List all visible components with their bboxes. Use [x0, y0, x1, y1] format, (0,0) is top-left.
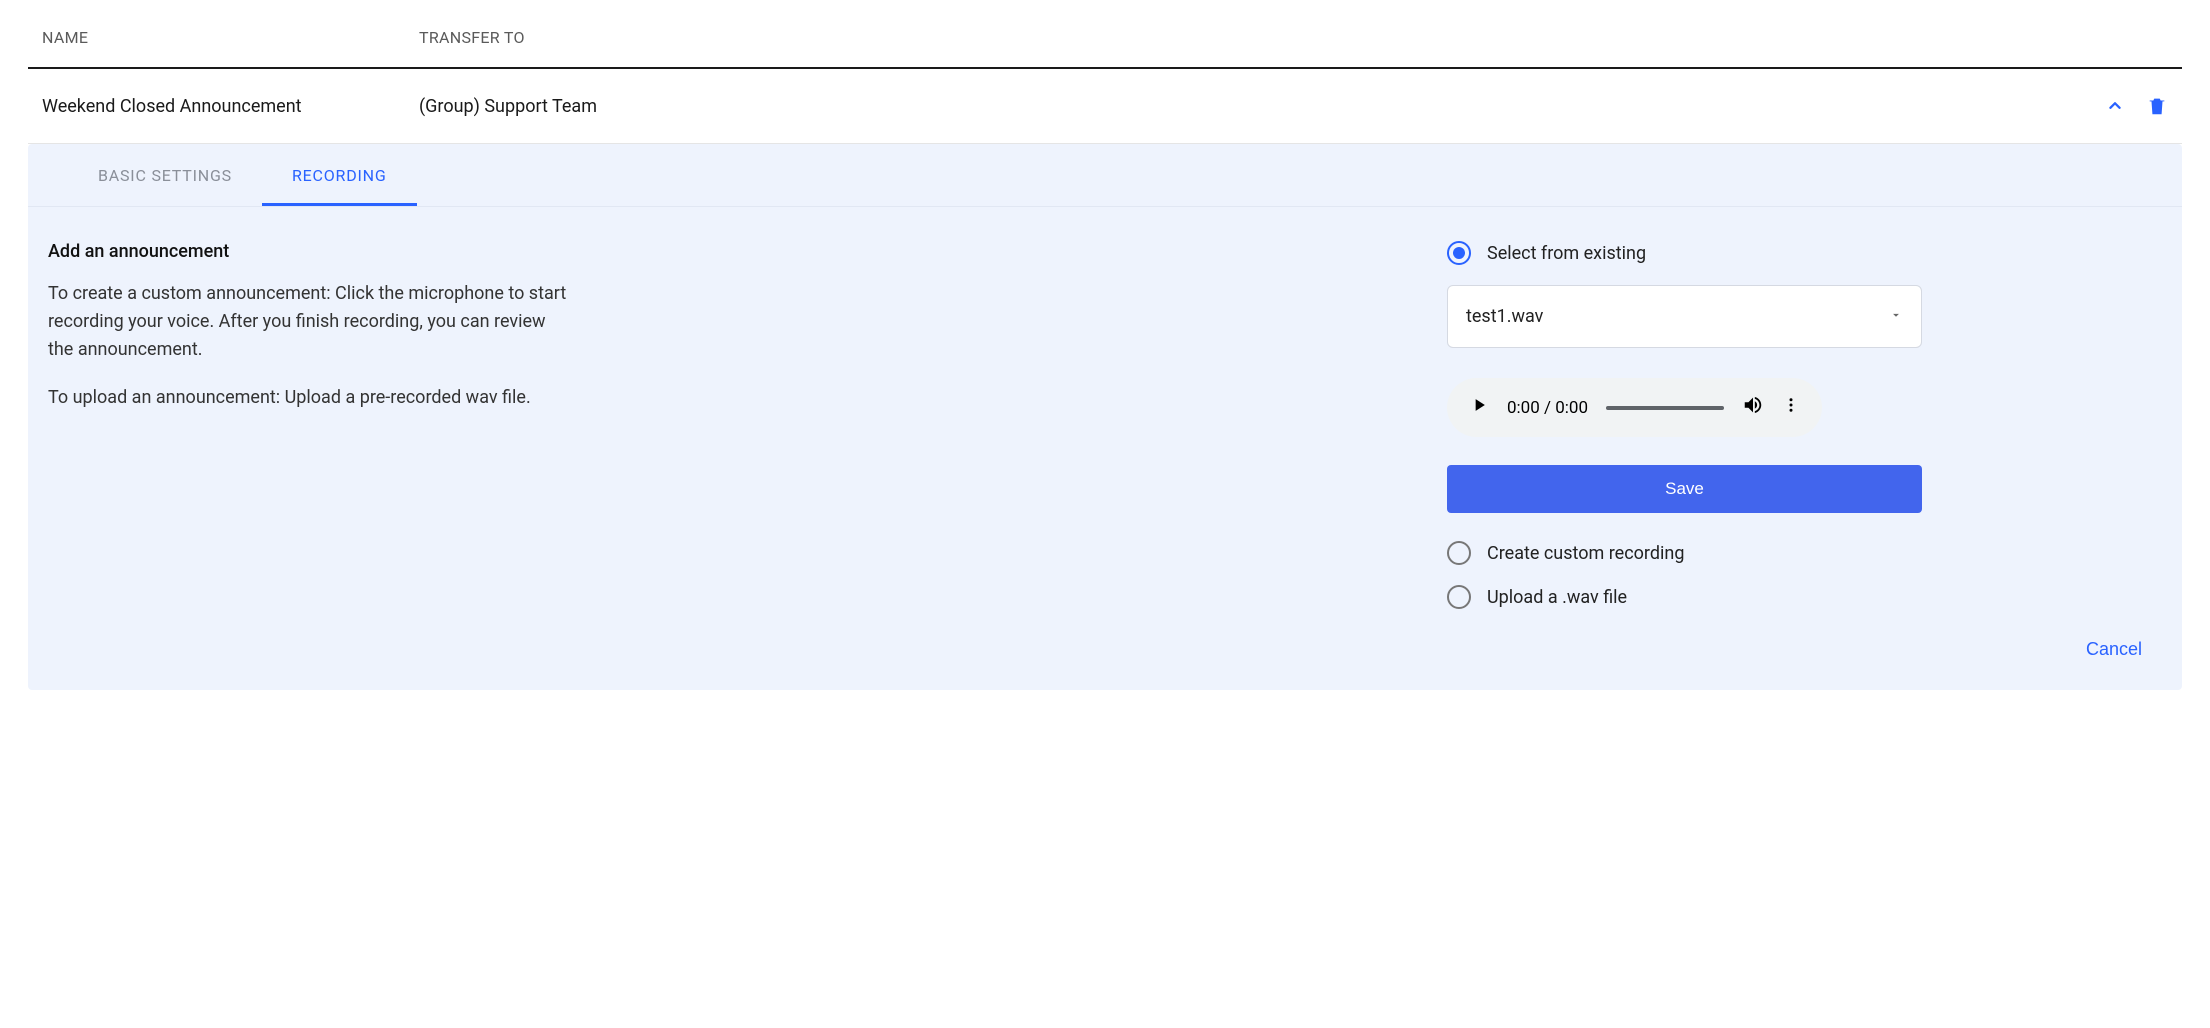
audio-progress-bar[interactable]	[1606, 406, 1724, 410]
chevron-up-icon[interactable]	[2104, 95, 2126, 117]
radio-icon	[1447, 585, 1471, 609]
radio-select-existing[interactable]: Select from existing	[1447, 241, 1922, 265]
radio-label: Create custom recording	[1487, 543, 1684, 564]
footer-actions: Cancel	[28, 629, 2182, 660]
radio-icon	[1447, 541, 1471, 565]
tabs: BASIC SETTINGS RECORDING	[28, 144, 2182, 207]
instruction-text-2: To upload an announcement: Upload a pre-…	[48, 384, 568, 412]
save-button[interactable]: Save	[1447, 465, 1922, 513]
play-icon[interactable]	[1469, 395, 1489, 420]
audio-time: 0:00 / 0:00	[1507, 398, 1588, 418]
tab-basic-settings[interactable]: BASIC SETTINGS	[68, 144, 262, 206]
instructions-column: Add an announcement To create a custom a…	[48, 241, 568, 629]
col-header-name: NAME	[42, 28, 419, 47]
radio-label: Select from existing	[1487, 243, 1646, 264]
trash-icon[interactable]	[2146, 95, 2168, 117]
section-title: Add an announcement	[48, 241, 568, 262]
cancel-button[interactable]: Cancel	[2086, 639, 2142, 660]
radio-label: Upload a .wav file	[1487, 587, 1627, 608]
radio-upload-wav[interactable]: Upload a .wav file	[1447, 585, 1922, 609]
more-vertical-icon[interactable]	[1782, 396, 1800, 419]
selected-file-name: test1.wav	[1466, 306, 1543, 327]
volume-icon[interactable]	[1742, 394, 1764, 421]
instruction-text-1: To create a custom announcement: Click t…	[48, 280, 568, 364]
table-row[interactable]: Weekend Closed Announcement (Group) Supp…	[28, 69, 2182, 144]
file-select-dropdown[interactable]: test1.wav	[1447, 285, 1922, 348]
caret-down-icon	[1889, 306, 1903, 327]
panel-body: Add an announcement To create a custom a…	[28, 207, 2182, 629]
col-header-transfer-to: TRANSFER TO	[419, 28, 2168, 47]
tab-recording[interactable]: RECORDING	[262, 144, 417, 206]
audio-player[interactable]: 0:00 / 0:00	[1447, 378, 1822, 437]
announcements-table: NAME TRANSFER TO Weekend Closed Announce…	[0, 0, 2210, 144]
radio-icon	[1447, 241, 1471, 265]
row-transfer-to: (Group) Support Team	[419, 96, 2104, 117]
row-name: Weekend Closed Announcement	[42, 96, 419, 117]
expanded-panel: BASIC SETTINGS RECORDING Add an announce…	[28, 144, 2182, 690]
radio-custom-recording[interactable]: Create custom recording	[1447, 541, 1922, 565]
controls-column: Select from existing test1.wav 0:00 / 0:…	[1447, 241, 1922, 629]
table-header-row: NAME TRANSFER TO	[28, 0, 2182, 69]
